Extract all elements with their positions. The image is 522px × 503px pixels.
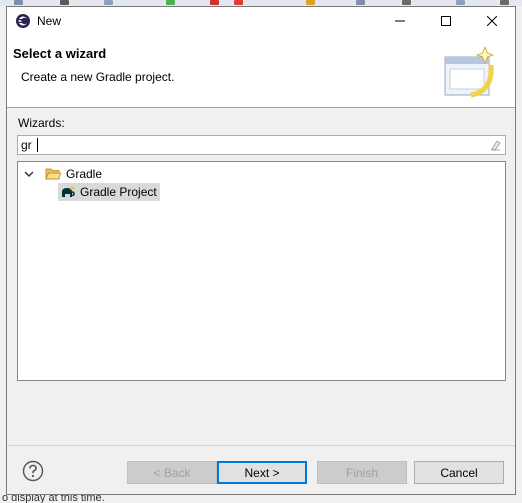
tree-item-label: Gradle [66, 167, 103, 181]
eclipse-icon [16, 14, 30, 28]
help-icon[interactable] [22, 460, 44, 482]
close-icon [487, 16, 497, 26]
back-button[interactable]: < Back [127, 461, 217, 484]
chevron-down-icon [24, 171, 34, 177]
title-bar[interactable]: New [7, 7, 515, 35]
footer-separator [7, 445, 515, 446]
minimize-button[interactable] [377, 7, 423, 35]
folder-open-icon [45, 168, 61, 180]
cancel-button[interactable]: Cancel [414, 461, 504, 484]
tree-item-gradle[interactable]: Gradle [23, 165, 102, 183]
filter-value: gr [21, 138, 32, 152]
close-button[interactable] [469, 7, 515, 35]
maximize-button[interactable] [423, 7, 469, 35]
wizards-label: Wizards: [18, 116, 65, 130]
tree-item-label: Gradle Project [80, 185, 157, 199]
background-status-bar: o display at this time. [0, 495, 522, 503]
minimize-icon [395, 20, 405, 22]
new-wizard-dialog: New Select a wizard Create a new Gradle … [6, 6, 516, 495]
window-title: New [37, 14, 62, 28]
banner-title: Select a wizard [13, 46, 107, 61]
selection-highlight: Gradle Project [58, 183, 160, 201]
new-wizard-graphic-icon [444, 45, 495, 98]
wizard-banner: Select a wizard Create a new Gradle proj… [7, 35, 515, 108]
banner-description: Create a new Gradle project. [21, 70, 175, 84]
finish-button[interactable]: Finish [317, 461, 407, 484]
text-caret [37, 138, 38, 152]
tree-item-gradle-project[interactable]: Gradle Project [58, 183, 160, 201]
next-button[interactable]: Next > [217, 461, 307, 484]
clear-filter-icon[interactable] [489, 139, 501, 151]
wizard-tree[interactable]: Gradle Gradle Project [17, 161, 506, 381]
status-text: o display at this time. [2, 495, 105, 503]
gradle-elephant-icon [62, 185, 75, 197]
wizard-filter-input[interactable]: gr [17, 135, 506, 155]
maximize-icon [441, 16, 451, 26]
expand-toggle[interactable] [23, 168, 35, 180]
